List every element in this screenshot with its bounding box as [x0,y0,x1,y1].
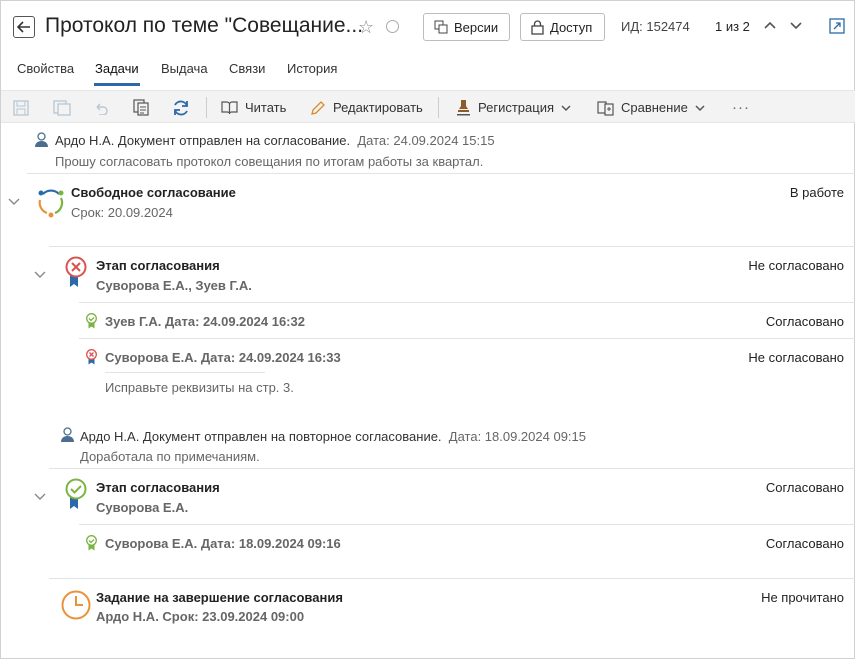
access-label: Доступ [550,19,593,35]
approved-small-icon [85,535,98,551]
approved-small-icon [85,313,98,329]
pager-text: 1 из 2 [715,19,750,34]
read-button[interactable]: Читать [221,91,286,124]
tab-properties[interactable]: Свойства [17,61,74,76]
registration-label: Регистрация [478,100,554,115]
access-button[interactable]: Доступ [520,13,605,41]
page-title: Протокол по теме "Совещание... [45,14,364,37]
lock-icon [531,19,544,35]
chevron-down-icon [695,104,705,111]
stage-people: Суворова Е.А., Зуев Г.А. [96,278,252,293]
tab-links[interactable]: Связи [229,61,265,76]
arrow-left-icon [17,21,30,33]
divider [27,173,855,174]
user-icon [60,427,75,443]
compare-label: Сравнение [621,100,688,115]
stage-title: Этап согласования [96,258,220,273]
save-icon[interactable] [13,91,29,124]
refresh-icon[interactable] [172,91,190,124]
tab-tasks[interactable]: Задачи [95,61,139,76]
divider [49,578,855,579]
status-badge: Согласовано [765,536,844,551]
edit-label: Редактировать [333,100,423,115]
compare-button[interactable]: Сравнение [597,91,705,124]
message-text: Прошу согласовать протокол совещания по … [55,154,484,169]
status-badge: Согласовано [765,314,844,329]
chevron-down-icon[interactable] [789,18,803,32]
rejected-small-icon [85,349,98,365]
book-icon [221,101,238,115]
tab-output[interactable]: Выдача [161,61,208,76]
open-external-icon[interactable] [829,18,845,34]
divider [49,246,855,247]
compare-icon [597,100,614,116]
comment-divider [105,372,265,373]
divider [49,468,855,469]
stamp-icon [457,100,470,116]
read-label: Читать [245,100,287,115]
versions-label: Версии [454,19,499,35]
review-comment: Исправьте реквизиты на стр. 3. [105,380,294,395]
message-author: Ардо Н.А. Документ отправлен на повторно… [80,429,586,444]
review-row: Суворова Е.А. Дата: 24.09.2024 16:33 [105,350,341,365]
document-id: ИД: 152474 [621,19,690,34]
versions-button[interactable]: Версии [423,13,510,41]
approved-badge-icon [64,478,88,510]
status-badge: Не согласовано [748,350,844,365]
divider [79,338,855,339]
message-date: Дата: 18.09.2024 09:15 [448,429,586,444]
tab-history[interactable]: История [287,61,337,76]
user-icon [34,132,49,148]
message-text: Доработала по примечаниям. [80,449,260,464]
versions-icon [434,20,448,34]
stage-people: Суворова Е.А. [96,500,189,515]
task-title: Задание на завершение согласования [96,590,343,605]
status-badge: Не согласовано [748,258,844,273]
divider [79,302,855,303]
collapse-chevron-icon[interactable] [7,194,21,208]
review-row: Зуев Г.А. Дата: 24.09.2024 16:32 [105,314,305,329]
collapse-chevron-icon[interactable] [33,489,47,503]
rejected-badge-icon [64,256,88,288]
back-button[interactable] [13,16,35,38]
undo-icon[interactable] [93,91,109,124]
save-copy-icon[interactable] [53,91,71,124]
message-author: Ардо Н.А. Документ отправлен на согласов… [55,133,495,148]
approval-deadline: Срок: 20.09.2024 [71,205,173,220]
more-menu-icon[interactable]: ··· [732,91,750,124]
status-badge: Не прочитано [761,590,844,605]
divider [79,524,855,525]
approval-title: Свободное согласование [71,185,236,200]
status-circle-icon[interactable] [386,20,399,33]
active-tab-indicator [94,83,140,86]
review-row: Суворова Е.А. Дата: 18.09.2024 09:16 [105,536,341,551]
stage-title: Этап согласования [96,480,220,495]
message-date: Дата: 24.09.2024 15:15 [357,133,495,148]
toolbar-divider [206,97,207,118]
copy-icon[interactable] [133,91,149,124]
cycle-icon [34,184,68,218]
edit-button[interactable]: Редактировать [310,91,423,124]
chevron-down-icon [561,104,571,111]
task-detail: Ардо Н.А. Срок: 23.09.2024 09:00 [96,609,305,624]
favorite-star-icon[interactable]: ☆ [358,17,374,38]
collapse-chevron-icon[interactable] [33,267,47,281]
registration-button[interactable]: Регистрация [456,91,571,124]
status-badge: Согласовано [765,480,844,495]
chevron-up-icon[interactable] [763,18,777,32]
pencil-icon [311,100,325,115]
toolbar-divider [438,97,439,118]
status-badge: В работе [789,185,844,200]
clock-icon [61,590,91,620]
toolbar: Читать Редактировать Регистрация Сравнен… [1,90,855,123]
